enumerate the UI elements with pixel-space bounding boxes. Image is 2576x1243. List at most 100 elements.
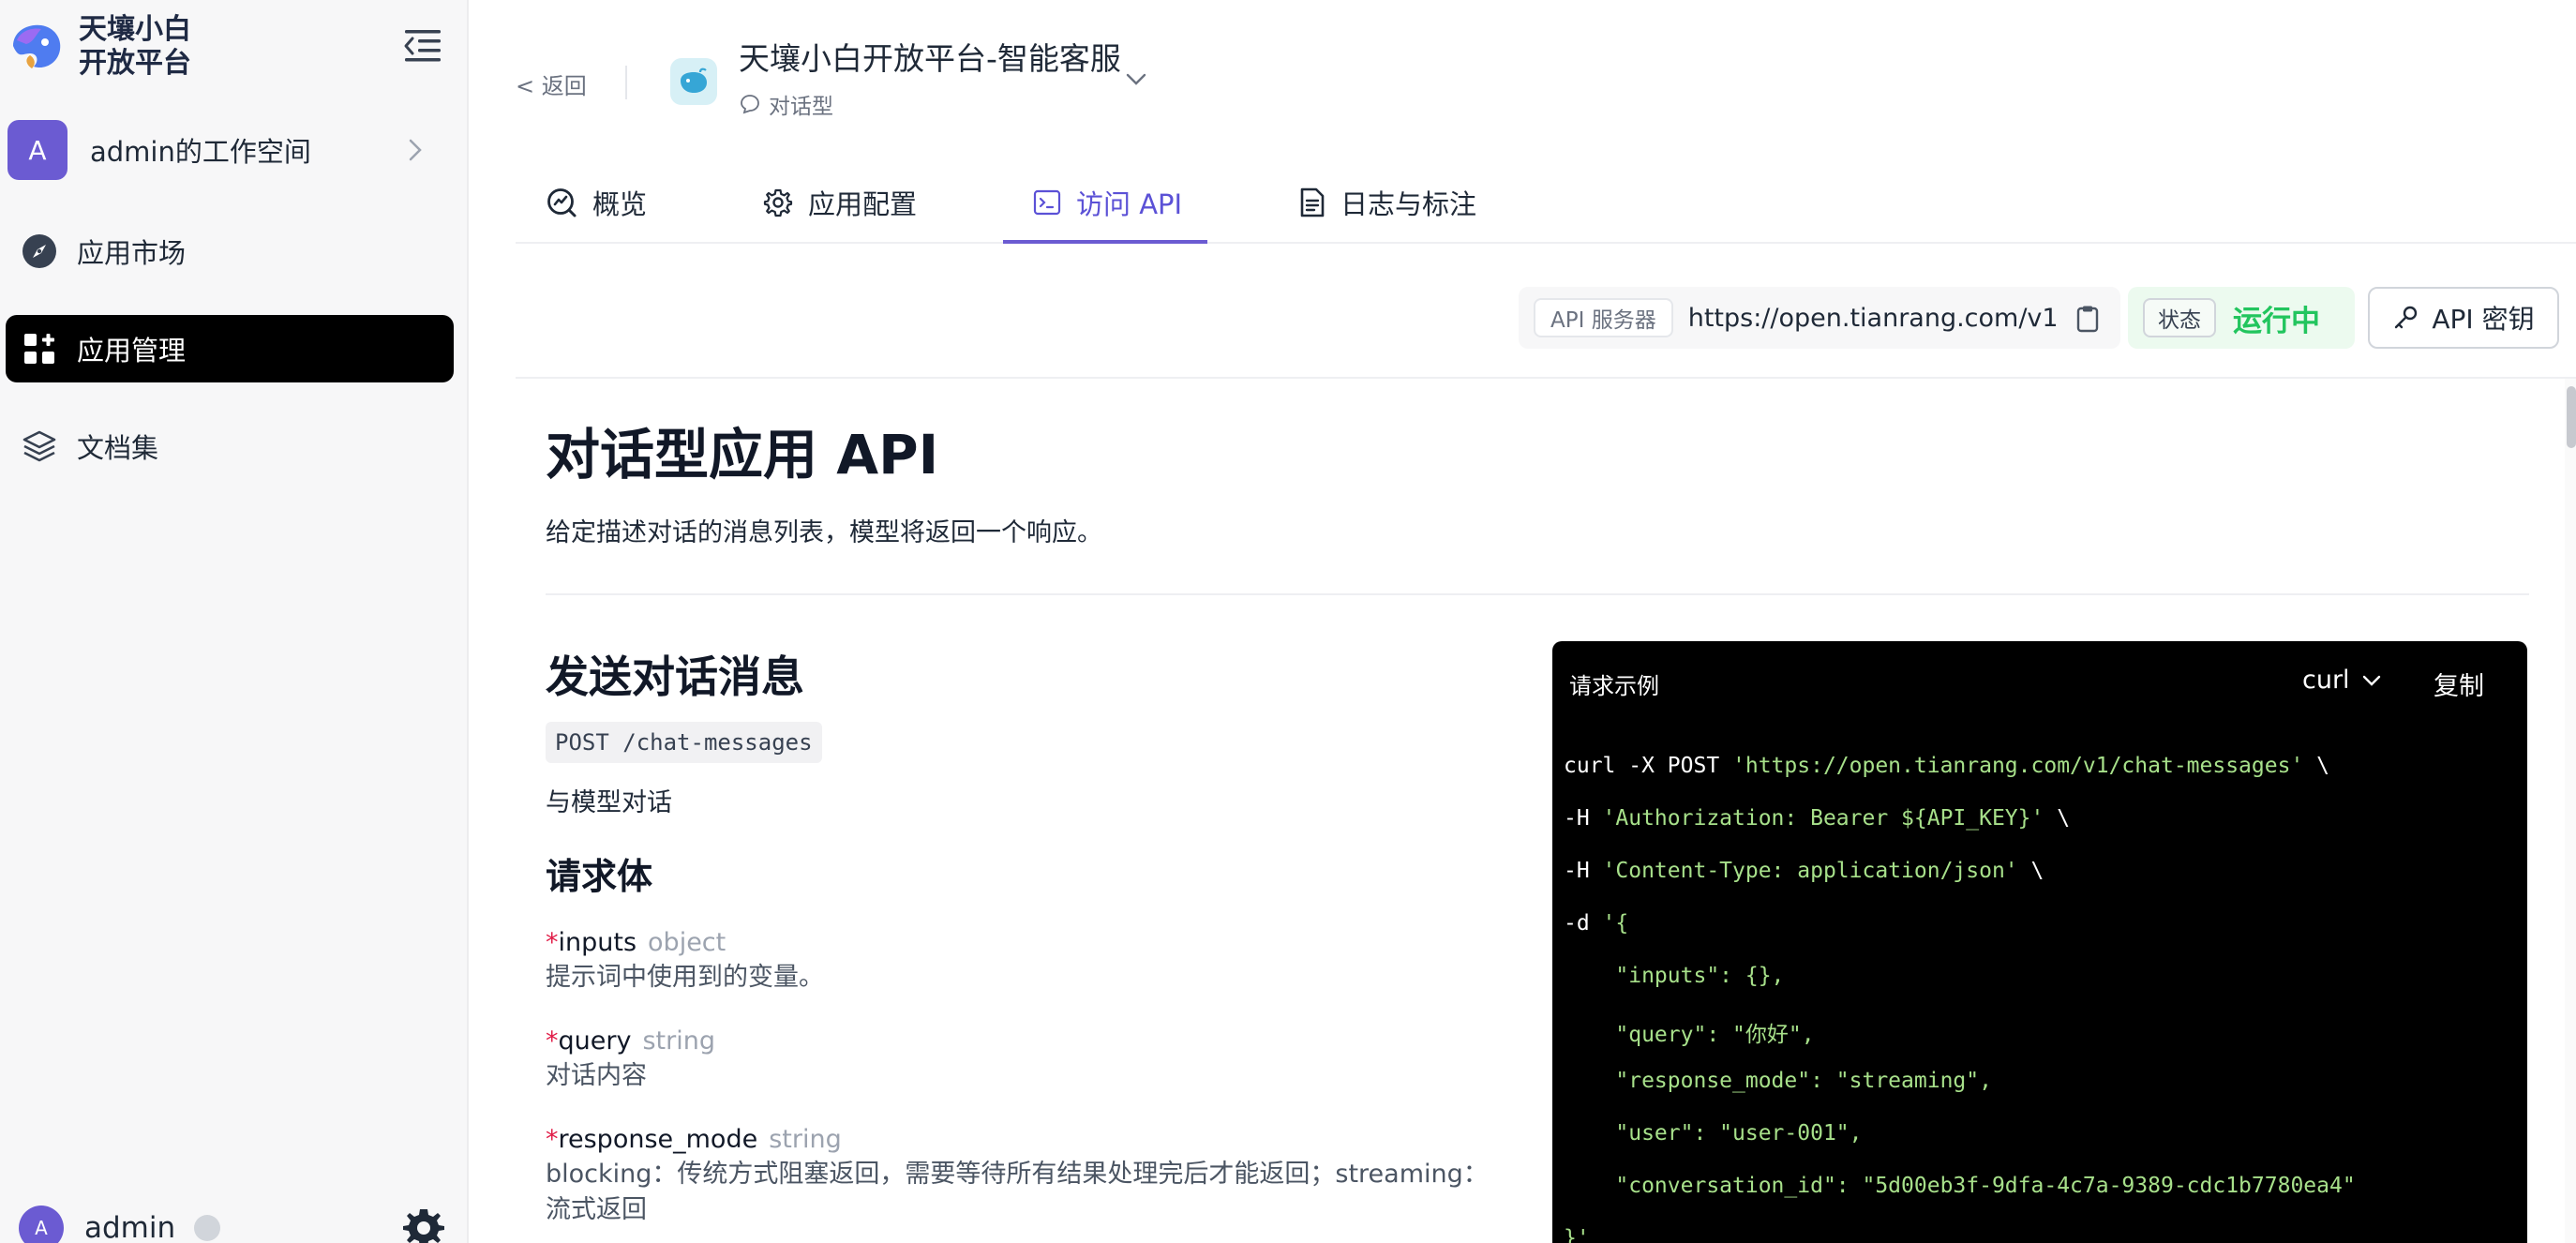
user-name: admin	[84, 1211, 176, 1243]
code-line: "inputs": {},	[1564, 964, 1785, 988]
chat-bubble-icon	[741, 95, 759, 114]
active-tab-indicator	[1003, 240, 1207, 244]
code-example-panel: 请求示例 curl 复制 curl -X POST 'https://open.…	[1552, 641, 2527, 1243]
code-line: -d '{	[1564, 911, 1629, 936]
tab-logs[interactable]: 日志与标注	[1299, 161, 1476, 244]
copy-code-button[interactable]: 复制	[2434, 666, 2484, 702]
code-line: "conversation_id": "5d00eb3f-9dfa-4c7a-9…	[1564, 1174, 2356, 1198]
code-line: -H 'Content-Type: application/json' \	[1564, 859, 2044, 883]
param-type: object	[648, 928, 726, 957]
tab-label: 访问 API	[1076, 188, 1183, 220]
required-marker: *	[546, 1125, 559, 1154]
param-description-cont: 流式返回	[546, 1195, 647, 1224]
param-query: *query string 对话内容	[546, 1025, 1539, 1094]
code-line: "query": "你好",	[1564, 1023, 1815, 1047]
app-icon	[670, 58, 717, 105]
sidebar: 天壤小白 开放平台 A admin的工作空间 应用市场 应用管理 文档集 A a…	[0, 0, 469, 1243]
sidebar-item-label: 应用管理	[77, 335, 187, 367]
status-value: 运行中	[2233, 304, 2320, 338]
app-title: 天壤小白开放平台-智能客服	[739, 40, 1121, 77]
brand[interactable]: 天壤小白 开放平台	[7, 13, 191, 81]
param-description: 提示词中使用到的变量。	[546, 963, 824, 992]
api-server-url: https://open.tianrang.com/v1	[1687, 303, 2059, 333]
workspace-name: admin的工作空间	[90, 136, 311, 168]
tab-label: 概览	[592, 188, 648, 220]
user-more-icon[interactable]	[194, 1215, 221, 1241]
document-icon	[1300, 187, 1325, 217]
tab-bar: 概览 应用配置 访问 API 日志与标注	[516, 161, 2576, 244]
sidebar-item-label: 文档集	[77, 432, 159, 464]
code-line: }'	[1564, 1226, 1590, 1243]
chevron-down-icon[interactable]	[1123, 67, 1149, 90]
param-type: string	[769, 1125, 842, 1154]
doc-title: 对话型应用 API	[546, 423, 939, 487]
code-line: "response_mode": "streaming",	[1564, 1069, 1992, 1093]
section-title: 发送对话消息	[546, 651, 804, 702]
param-name: query	[558, 1026, 632, 1056]
chevron-right-icon	[409, 139, 422, 161]
brand-logo-icon	[13, 24, 61, 68]
whale-icon	[681, 67, 707, 93]
chevron-down-icon	[2362, 675, 2380, 686]
doc-divider	[546, 593, 2529, 595]
scrollbar-track	[2565, 379, 2576, 1243]
scrollbar-thumb[interactable]	[2567, 386, 2576, 448]
clipboard-icon[interactable]	[2074, 304, 2102, 334]
toolbar-divider	[516, 377, 2576, 379]
sidebar-item-app-management[interactable]: 应用管理	[6, 315, 454, 382]
main-content: < 返回 天壤小白开放平台-智能客服 对话型 概览 应用配置 访问 API 日志…	[516, 0, 2576, 1243]
gear-icon[interactable]	[401, 1206, 446, 1243]
required-marker: *	[546, 1026, 559, 1056]
code-language-value: curl	[2302, 666, 2350, 695]
layers-icon	[21, 427, 58, 465]
status-box: 状态 运行中	[2128, 287, 2355, 349]
param-name: response_mode	[558, 1125, 758, 1154]
tab-overview[interactable]: 概览	[546, 161, 647, 244]
overview-icon	[547, 188, 577, 217]
app-type: 对话型	[739, 88, 833, 120]
grid-plus-icon	[21, 330, 58, 367]
header-divider	[625, 66, 627, 99]
param-response-mode: *response_mode string blocking：传统方式阻塞返回，需…	[546, 1123, 1539, 1228]
param-description: 对话内容	[546, 1061, 647, 1090]
api-key-label: API 密钥	[2432, 304, 2535, 335]
user-avatar: A	[19, 1206, 64, 1243]
code-line: -H 'Authorization: Bearer ${API_KEY}' \	[1564, 806, 2071, 831]
back-button[interactable]: < 返回	[516, 67, 587, 100]
param-inputs: *inputs object 提示词中使用到的变量。	[546, 926, 1539, 996]
workspace-avatar: A	[7, 120, 67, 180]
status-tag: 状态	[2143, 298, 2216, 337]
brand-text: 天壤小白 开放平台	[79, 13, 191, 81]
gear-icon	[763, 188, 793, 217]
sidebar-item-label: 应用市场	[77, 237, 187, 269]
user-menu[interactable]: A admin	[19, 1206, 221, 1243]
code-language-select[interactable]: curl	[2302, 666, 2382, 695]
key-icon	[2395, 306, 2418, 329]
api-server-box: API 服务器 https://open.tianrang.com/v1	[1519, 287, 2120, 349]
terminal-icon	[1033, 189, 1061, 216]
api-key-button[interactable]: API 密钥	[2368, 287, 2559, 349]
param-name: inputs	[558, 928, 637, 957]
param-description: blocking：传统方式阻塞返回，需要等待所有结果处理完后才能返回；strea…	[546, 1160, 1489, 1189]
code-example-label: 请求示例	[1569, 673, 1659, 699]
request-body-title: 请求体	[546, 856, 653, 897]
sidebar-item-doc-sets[interactable]: 文档集	[6, 412, 454, 480]
sidebar-item-app-market[interactable]: 应用市场	[6, 217, 454, 285]
tab-label: 应用配置	[808, 188, 918, 220]
endpoint-description: 与模型对话	[546, 788, 672, 817]
api-server-tag: API 服务器	[1534, 298, 1673, 337]
tab-access-api[interactable]: 访问 API	[1033, 161, 1182, 244]
tab-app-config[interactable]: 应用配置	[763, 161, 917, 244]
app-type-label: 对话型	[769, 95, 833, 119]
required-marker: *	[546, 928, 559, 957]
workspace-switcher[interactable]: A admin的工作空间	[7, 120, 448, 180]
doc-description: 给定描述对话的消息列表，模型将返回一个响应。	[546, 518, 1102, 547]
brand-line-2: 开放平台	[79, 47, 191, 80]
code-line: curl -X POST 'https://open.tianrang.com/…	[1564, 754, 2329, 778]
endpoint-code: POST /chat-messages	[546, 722, 822, 763]
collapse-sidebar-icon[interactable]	[401, 26, 444, 66]
brand-line-1: 天壤小白	[79, 13, 191, 46]
code-line: "user": "user-001",	[1564, 1121, 1863, 1146]
param-type: string	[642, 1026, 715, 1056]
tab-label: 日志与标注	[1340, 188, 1477, 220]
